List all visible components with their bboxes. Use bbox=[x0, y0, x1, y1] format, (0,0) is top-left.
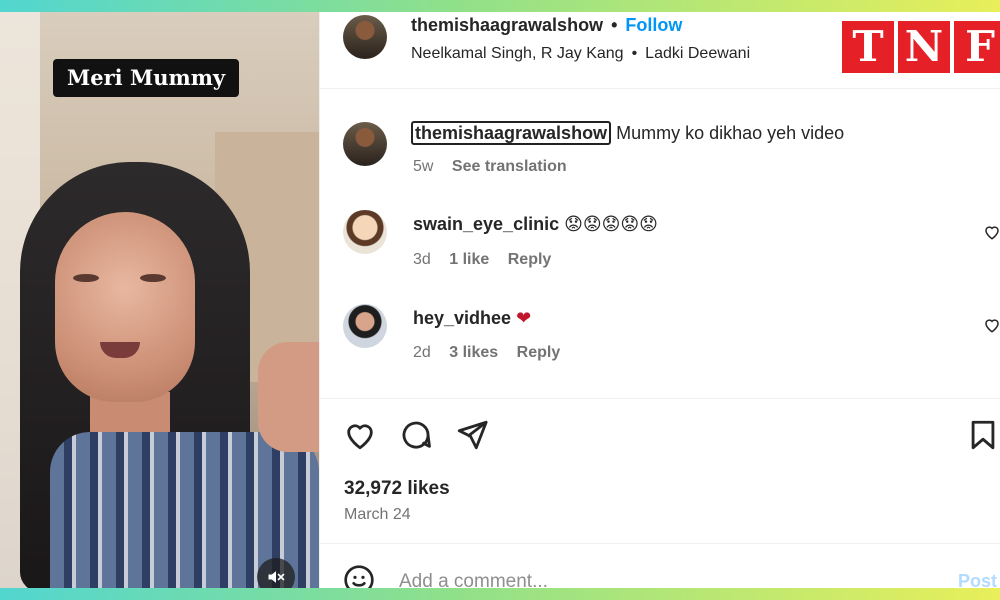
comment-meta: 2d 3 likes Reply bbox=[413, 344, 574, 362]
comment-text: ❤ bbox=[516, 308, 532, 328]
comment-row: swain_eye_clinic 😟😟😟😟😟 bbox=[413, 214, 658, 235]
commenter-avatar[interactable] bbox=[343, 304, 387, 348]
audio-song[interactable]: Ladki Deewani bbox=[645, 45, 750, 62]
person-eye bbox=[140, 274, 166, 282]
comment-likes[interactable]: 1 like bbox=[449, 251, 489, 268]
gradient-frame-top bbox=[0, 0, 1000, 12]
comment-text: 😟😟😟😟😟 bbox=[564, 214, 658, 234]
post-header: themishaagrawalshow • Follow bbox=[411, 15, 682, 36]
follow-button[interactable]: Follow bbox=[625, 15, 682, 35]
comment-age: 3d bbox=[413, 251, 431, 268]
mute-button[interactable] bbox=[257, 558, 295, 588]
audio-artists[interactable]: Neelkamal Singh, R Jay Kang bbox=[411, 45, 624, 62]
composer-divider bbox=[320, 543, 1000, 544]
logo-letter: F bbox=[954, 21, 1000, 73]
tnf-logo: T N F bbox=[842, 21, 1000, 73]
see-translation-link[interactable]: See translation bbox=[452, 158, 567, 175]
commenter-avatar[interactable] bbox=[343, 210, 387, 254]
gradient-frame-bottom bbox=[0, 588, 1000, 600]
caption-row: themishaagrawalshow Mummy ko dikhao yeh … bbox=[411, 121, 845, 145]
likes-count[interactable]: 32,972 likes bbox=[344, 478, 450, 500]
comment-username[interactable]: hey_vidhee bbox=[413, 308, 511, 328]
reply-button[interactable]: Reply bbox=[517, 344, 561, 361]
post-panel: themishaagrawalshow • Follow Neelkamal Sin… bbox=[319, 12, 1000, 595]
actions-divider bbox=[320, 398, 1000, 399]
comment-username[interactable]: swain_eye_clinic bbox=[413, 214, 559, 234]
caption-username[interactable]: themishaagrawalshow bbox=[411, 121, 612, 145]
separator-dot: • bbox=[611, 15, 618, 35]
author-avatar[interactable] bbox=[343, 15, 387, 59]
header-divider bbox=[320, 88, 1000, 89]
audio-info: Neelkamal Singh, R Jay Kang • Ladki Deewan… bbox=[411, 45, 750, 63]
video-player[interactable]: Meri Mummy bbox=[0, 12, 319, 588]
heart-icon[interactable] bbox=[343, 418, 377, 452]
person-eye bbox=[73, 274, 99, 282]
caption-age: 5w bbox=[413, 158, 434, 175]
person-face bbox=[55, 212, 195, 402]
post-date: March 24 bbox=[344, 506, 411, 523]
logo-letter: N bbox=[898, 21, 950, 73]
comment-row: hey_vidhee ❤ bbox=[413, 308, 531, 329]
paper-plane-icon[interactable] bbox=[455, 418, 489, 452]
reply-button[interactable]: Reply bbox=[508, 251, 552, 268]
comment-like-icon[interactable] bbox=[983, 223, 1000, 241]
author-username[interactable]: themishaagrawalshow bbox=[411, 15, 603, 35]
caption-author-avatar[interactable] bbox=[343, 122, 387, 166]
video-caption: Meri Mummy bbox=[53, 59, 240, 97]
comment-like-icon[interactable] bbox=[983, 316, 1000, 334]
comment-meta: 3d 1 like Reply bbox=[413, 251, 565, 269]
bookmark-icon[interactable] bbox=[966, 418, 1000, 452]
comment-likes[interactable]: 3 likes bbox=[449, 344, 498, 361]
caption-meta: 5w See translation bbox=[413, 158, 581, 176]
person-hand bbox=[258, 342, 319, 452]
comment-bubble-icon[interactable] bbox=[399, 418, 433, 452]
muted-speaker-icon bbox=[268, 571, 285, 583]
logo-letter: T bbox=[842, 21, 894, 73]
separator-dot: • bbox=[631, 45, 638, 62]
caption-text: Mummy ko dikhao yeh video bbox=[616, 123, 845, 143]
comment-age: 2d bbox=[413, 344, 431, 361]
